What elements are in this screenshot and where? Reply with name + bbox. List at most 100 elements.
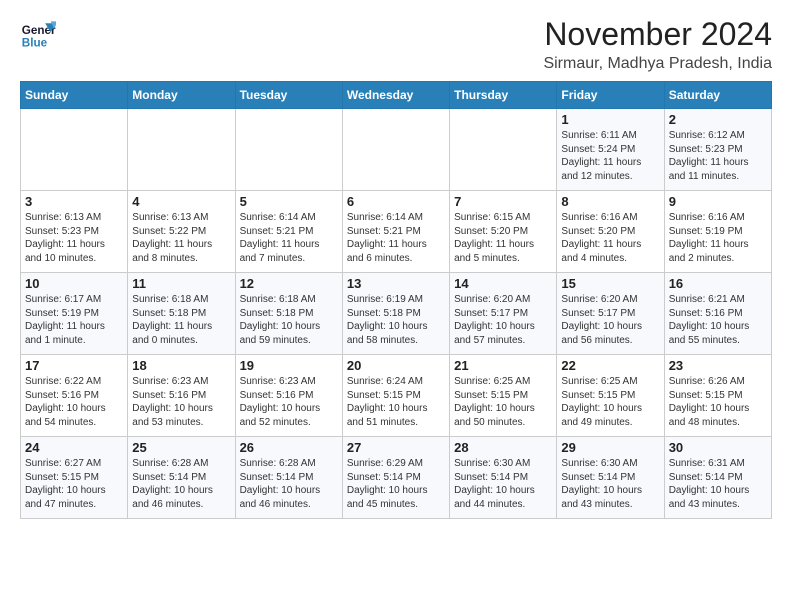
- calendar-cell: 21 Sunrise: 6:25 AM Sunset: 5:15 PM Dayli…: [450, 355, 557, 437]
- calendar-cell: [450, 109, 557, 191]
- calendar-cell: 11 Sunrise: 6:18 AM Sunset: 5:18 PM Dayli…: [128, 273, 235, 355]
- day-number: 3: [25, 194, 123, 209]
- title-block: November 2024 Sirmaur, Madhya Pradesh, I…: [543, 16, 772, 73]
- svg-text:Blue: Blue: [22, 37, 48, 50]
- calendar-cell: 28 Sunrise: 6:30 AM Sunset: 5:14 PM Dayli…: [450, 437, 557, 519]
- day-number: 8: [561, 194, 659, 209]
- calendar-cell: 3 Sunrise: 6:13 AM Sunset: 5:23 PM Daylig…: [21, 191, 128, 273]
- calendar-cell: 16 Sunrise: 6:21 AM Sunset: 5:16 PM Dayli…: [664, 273, 771, 355]
- day-number: 18: [132, 358, 230, 373]
- day-info: Sunrise: 6:13 AM Sunset: 5:22 PM Dayligh…: [132, 211, 230, 265]
- day-number: 13: [347, 276, 445, 291]
- day-number: 16: [669, 276, 767, 291]
- day-number: 15: [561, 276, 659, 291]
- day-number: 6: [347, 194, 445, 209]
- calendar-cell: 14 Sunrise: 6:20 AM Sunset: 5:17 PM Dayli…: [450, 273, 557, 355]
- calendar-cell: 4 Sunrise: 6:13 AM Sunset: 5:22 PM Daylig…: [128, 191, 235, 273]
- day-info: Sunrise: 6:16 AM Sunset: 5:19 PM Dayligh…: [669, 211, 767, 265]
- day-number: 11: [132, 276, 230, 291]
- calendar-cell: 23 Sunrise: 6:26 AM Sunset: 5:15 PM Dayli…: [664, 355, 771, 437]
- weekday-header-sunday: Sunday: [21, 82, 128, 109]
- day-info: Sunrise: 6:20 AM Sunset: 5:17 PM Dayligh…: [561, 293, 659, 347]
- weekday-header-row: SundayMondayTuesdayWednesdayThursdayFrid…: [21, 82, 772, 109]
- day-number: 2: [669, 112, 767, 127]
- week-row-3: 17 Sunrise: 6:22 AM Sunset: 5:16 PM Dayli…: [21, 355, 772, 437]
- day-number: 25: [132, 440, 230, 455]
- day-info: Sunrise: 6:19 AM Sunset: 5:18 PM Dayligh…: [347, 293, 445, 347]
- calendar-cell: [235, 109, 342, 191]
- calendar-cell: 2 Sunrise: 6:12 AM Sunset: 5:23 PM Daylig…: [664, 109, 771, 191]
- weekday-header-tuesday: Tuesday: [235, 82, 342, 109]
- day-number: 20: [347, 358, 445, 373]
- calendar-cell: 12Sunrise: 6:18 AM Sunset: 5:18 PM Dayli…: [235, 273, 342, 355]
- calendar-cell: 5Sunrise: 6:14 AM Sunset: 5:21 PM Daylig…: [235, 191, 342, 273]
- day-number: 26: [240, 440, 338, 455]
- calendar-cell: 15 Sunrise: 6:20 AM Sunset: 5:17 PM Dayli…: [557, 273, 664, 355]
- weekday-header-thursday: Thursday: [450, 82, 557, 109]
- logo-icon: General Blue: [20, 16, 56, 52]
- location-title: Sirmaur, Madhya Pradesh, India: [543, 55, 772, 73]
- week-row-0: 1 Sunrise: 6:11 AM Sunset: 5:24 PM Daylig…: [21, 109, 772, 191]
- day-number: 30: [669, 440, 767, 455]
- weekday-header-saturday: Saturday: [664, 82, 771, 109]
- calendar-cell: 29 Sunrise: 6:30 AM Sunset: 5:14 PM Dayli…: [557, 437, 664, 519]
- week-row-2: 10 Sunrise: 6:17 AM Sunset: 5:19 PM Dayli…: [21, 273, 772, 355]
- calendar-cell: [128, 109, 235, 191]
- day-info: Sunrise: 6:31 AM Sunset: 5:14 PM Dayligh…: [669, 457, 767, 511]
- day-info: Sunrise: 6:21 AM Sunset: 5:16 PM Dayligh…: [669, 293, 767, 347]
- calendar-cell: [21, 109, 128, 191]
- day-info: Sunrise: 6:15 AM Sunset: 5:20 PM Dayligh…: [454, 211, 552, 265]
- day-number: 22: [561, 358, 659, 373]
- calendar-cell: 30 Sunrise: 6:31 AM Sunset: 5:14 PM Dayli…: [664, 437, 771, 519]
- calendar-cell: 26Sunrise: 6:28 AM Sunset: 5:14 PM Dayli…: [235, 437, 342, 519]
- day-info: Sunrise: 6:11 AM Sunset: 5:24 PM Dayligh…: [561, 129, 659, 183]
- calendar-cell: 25Sunrise: 6:28 AM Sunset: 5:14 PM Dayli…: [128, 437, 235, 519]
- day-info: Sunrise: 6:18 AM Sunset: 5:18 PM Dayligh…: [240, 293, 338, 347]
- day-info: Sunrise: 6:30 AM Sunset: 5:14 PM Dayligh…: [561, 457, 659, 511]
- calendar-cell: 9Sunrise: 6:16 AM Sunset: 5:19 PM Daylig…: [664, 191, 771, 273]
- day-info: Sunrise: 6:23 AM Sunset: 5:16 PM Dayligh…: [240, 375, 338, 429]
- day-info: Sunrise: 6:26 AM Sunset: 5:15 PM Dayligh…: [669, 375, 767, 429]
- day-number: 28: [454, 440, 552, 455]
- day-info: Sunrise: 6:18 AM Sunset: 5:18 PM Dayligh…: [132, 293, 230, 347]
- day-number: 23: [669, 358, 767, 373]
- day-number: 17: [25, 358, 123, 373]
- day-number: 4: [132, 194, 230, 209]
- day-info: Sunrise: 6:23 AM Sunset: 5:16 PM Dayligh…: [132, 375, 230, 429]
- day-info: Sunrise: 6:14 AM Sunset: 5:21 PM Dayligh…: [347, 211, 445, 265]
- weekday-header-monday: Monday: [128, 82, 235, 109]
- week-row-1: 3 Sunrise: 6:13 AM Sunset: 5:23 PM Daylig…: [21, 191, 772, 273]
- week-row-4: 24 Sunrise: 6:27 AM Sunset: 5:15 PM Dayli…: [21, 437, 772, 519]
- day-info: Sunrise: 6:22 AM Sunset: 5:16 PM Dayligh…: [25, 375, 123, 429]
- weekday-header-friday: Friday: [557, 82, 664, 109]
- calendar-cell: 13 Sunrise: 6:19 AM Sunset: 5:18 PM Dayli…: [342, 273, 449, 355]
- day-number: 5: [240, 194, 338, 209]
- weekday-header-wednesday: Wednesday: [342, 82, 449, 109]
- day-number: 21: [454, 358, 552, 373]
- day-info: Sunrise: 6:13 AM Sunset: 5:23 PM Dayligh…: [25, 211, 123, 265]
- day-number: 24: [25, 440, 123, 455]
- day-info: Sunrise: 6:24 AM Sunset: 5:15 PM Dayligh…: [347, 375, 445, 429]
- day-info: Sunrise: 6:20 AM Sunset: 5:17 PM Dayligh…: [454, 293, 552, 347]
- day-info: Sunrise: 6:25 AM Sunset: 5:15 PM Dayligh…: [561, 375, 659, 429]
- day-number: 29: [561, 440, 659, 455]
- day-number: 19: [240, 358, 338, 373]
- calendar-cell: 10 Sunrise: 6:17 AM Sunset: 5:19 PM Dayli…: [21, 273, 128, 355]
- calendar-cell: 24 Sunrise: 6:27 AM Sunset: 5:15 PM Dayli…: [21, 437, 128, 519]
- day-info: Sunrise: 6:17 AM Sunset: 5:19 PM Dayligh…: [25, 293, 123, 347]
- calendar-cell: 1 Sunrise: 6:11 AM Sunset: 5:24 PM Daylig…: [557, 109, 664, 191]
- day-info: Sunrise: 6:12 AM Sunset: 5:23 PM Dayligh…: [669, 129, 767, 183]
- day-number: 27: [347, 440, 445, 455]
- day-number: 10: [25, 276, 123, 291]
- day-info: Sunrise: 6:25 AM Sunset: 5:15 PM Dayligh…: [454, 375, 552, 429]
- month-title: November 2024: [543, 16, 772, 53]
- calendar-cell: 18 Sunrise: 6:23 AM Sunset: 5:16 PM Dayli…: [128, 355, 235, 437]
- day-number: 1: [561, 112, 659, 127]
- day-info: Sunrise: 6:29 AM Sunset: 5:14 PM Dayligh…: [347, 457, 445, 511]
- day-info: Sunrise: 6:30 AM Sunset: 5:14 PM Dayligh…: [454, 457, 552, 511]
- day-info: Sunrise: 6:27 AM Sunset: 5:15 PM Dayligh…: [25, 457, 123, 511]
- calendar-cell: 19 Sunrise: 6:23 AM Sunset: 5:16 PM Dayli…: [235, 355, 342, 437]
- logo: General Blue: [20, 16, 56, 52]
- day-number: 7: [454, 194, 552, 209]
- day-number: 14: [454, 276, 552, 291]
